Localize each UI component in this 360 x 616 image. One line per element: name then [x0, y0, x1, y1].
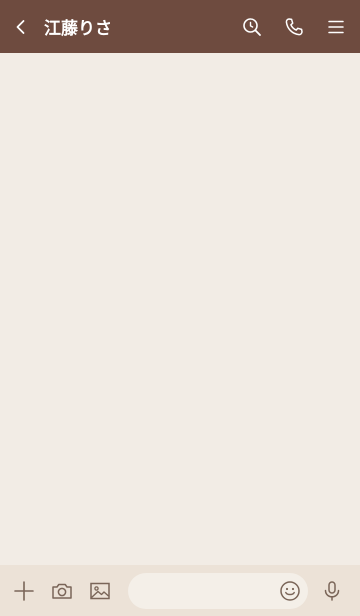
chat-title: 江藤りさ: [44, 19, 112, 39]
camera-button[interactable]: [44, 573, 80, 609]
call-button[interactable]: [276, 9, 312, 45]
plus-icon: [14, 580, 34, 601]
message-composer: [0, 565, 360, 616]
search-icon: [243, 17, 261, 36]
camera-icon: [52, 583, 72, 599]
voice-button[interactable]: [314, 573, 350, 609]
microphone-icon: [324, 580, 340, 601]
search-button[interactable]: [234, 9, 270, 45]
smiley-icon: [280, 580, 300, 601]
header-actions: [234, 9, 354, 45]
add-button[interactable]: [6, 573, 42, 609]
chat-header: 江藤りさ: [0, 0, 360, 53]
gallery-button[interactable]: [82, 573, 118, 609]
chat-message-area[interactable]: [0, 53, 360, 565]
menu-button[interactable]: [318, 9, 354, 45]
menu-icon: [328, 20, 344, 33]
composer-actions: [6, 573, 118, 609]
chevron-left-icon: [16, 19, 25, 34]
back-button[interactable]: [3, 9, 39, 45]
image-icon: [90, 582, 110, 599]
phone-icon: [285, 17, 303, 35]
emoji-button[interactable]: [272, 573, 308, 609]
